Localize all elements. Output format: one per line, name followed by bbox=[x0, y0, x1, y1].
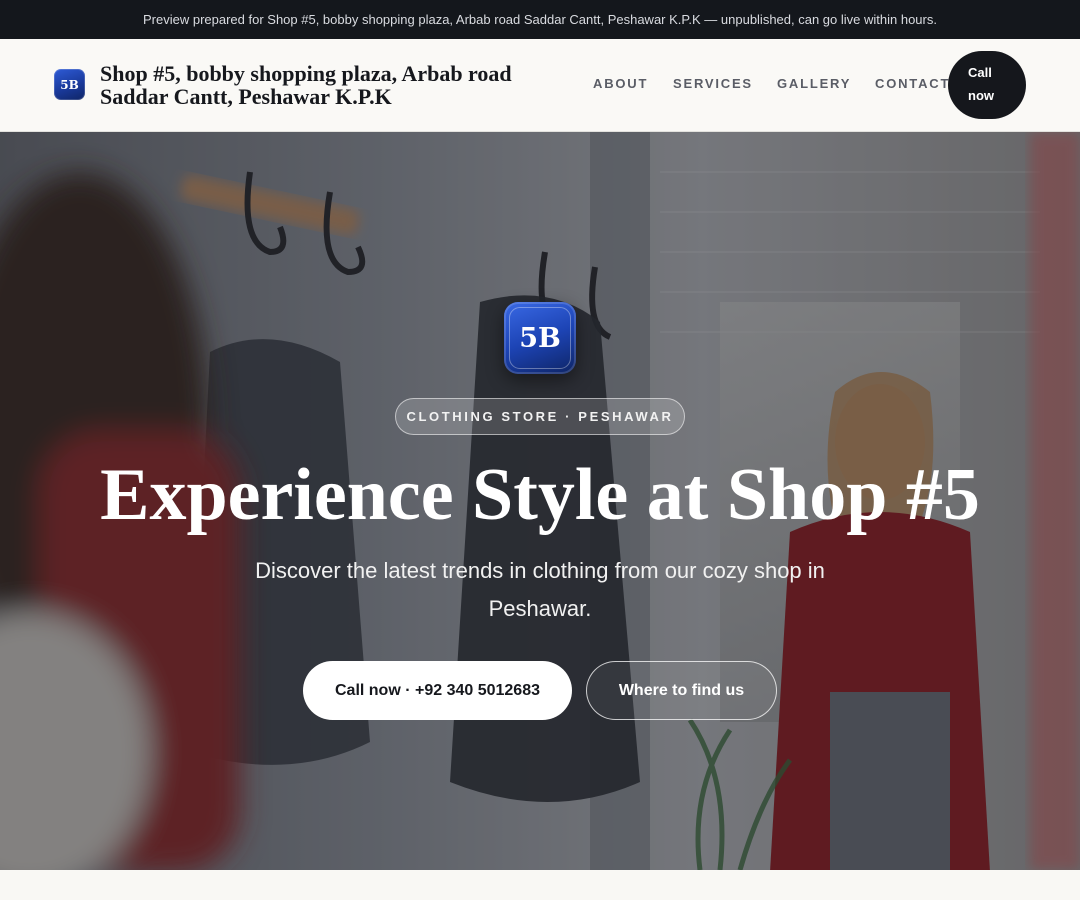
brand-logo[interactable]: 5B bbox=[54, 69, 85, 100]
preview-banner: Preview prepared for Shop #5, bobby shop… bbox=[0, 0, 1080, 39]
header-call-button[interactable]: Call now bbox=[948, 51, 1026, 119]
nav-link-services[interactable]: SERVICES bbox=[673, 76, 753, 91]
category-pill: CLOTHING STORE · PESHAWAR bbox=[395, 398, 685, 435]
nav-link-contact[interactable]: CONTACT bbox=[875, 76, 950, 91]
hero-logo-text: 5B bbox=[509, 307, 571, 369]
hero-logo: 5B bbox=[504, 302, 576, 374]
call-button-line1: Call bbox=[968, 65, 992, 80]
hero-subtitle: Discover the latest trends in clothing f… bbox=[255, 558, 825, 621]
brand-name[interactable]: Shop #5, bobby shopping plaza, Arbab roa… bbox=[100, 62, 560, 108]
call-now-button[interactable]: Call now · +92 340 5012683 bbox=[303, 661, 572, 720]
next-section-strip bbox=[0, 870, 1080, 900]
call-button-line2: now bbox=[968, 88, 994, 103]
nav-link-gallery[interactable]: GALLERY bbox=[777, 76, 851, 91]
where-to-find-us-button[interactable]: Where to find us bbox=[586, 661, 777, 720]
nav-link-about[interactable]: ABOUT bbox=[593, 76, 648, 91]
preview-banner-text: Preview prepared for Shop #5, bobby shop… bbox=[143, 12, 937, 27]
brand-logo-text: 5B bbox=[60, 77, 79, 92]
hero-section: 5B CLOTHING STORE · PESHAWAR Experience … bbox=[0, 132, 1080, 870]
hero-title: Experience Style at Shop #5 bbox=[100, 454, 980, 536]
site-header: 5B Shop #5, bobby shopping plaza, Arbab … bbox=[0, 39, 1080, 132]
